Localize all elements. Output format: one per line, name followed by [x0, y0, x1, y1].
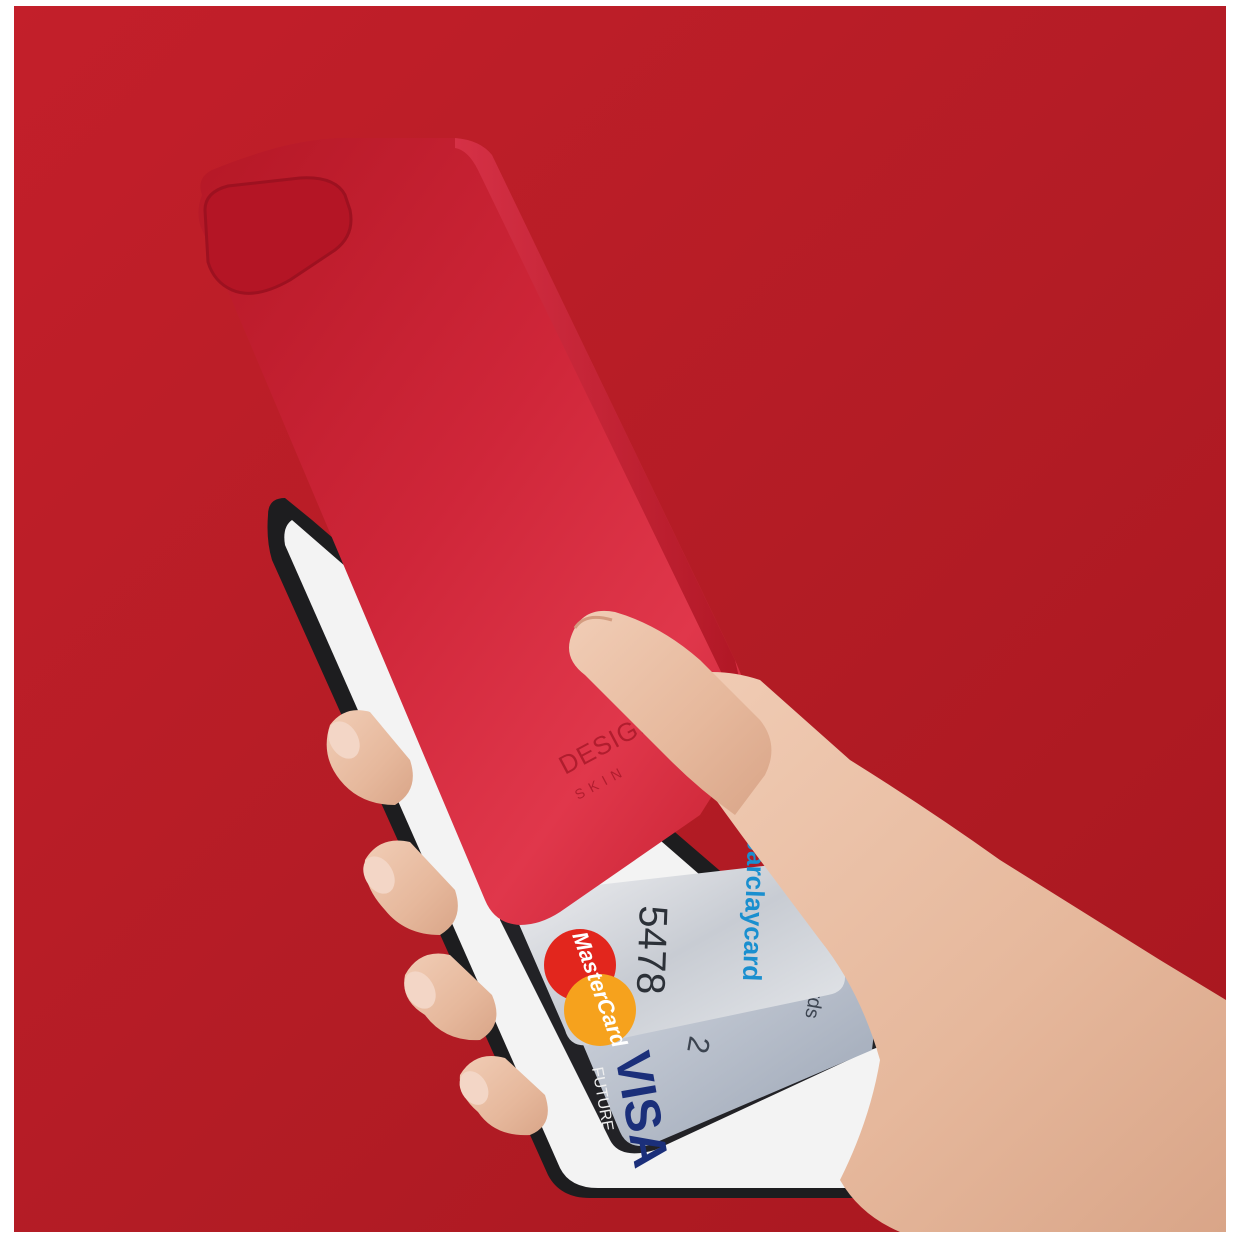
product-photo: VISA FUTURE 2 rds barclaycard 5478 Maste… — [0, 0, 1235, 1238]
card-digits: 5478 — [628, 905, 675, 995]
